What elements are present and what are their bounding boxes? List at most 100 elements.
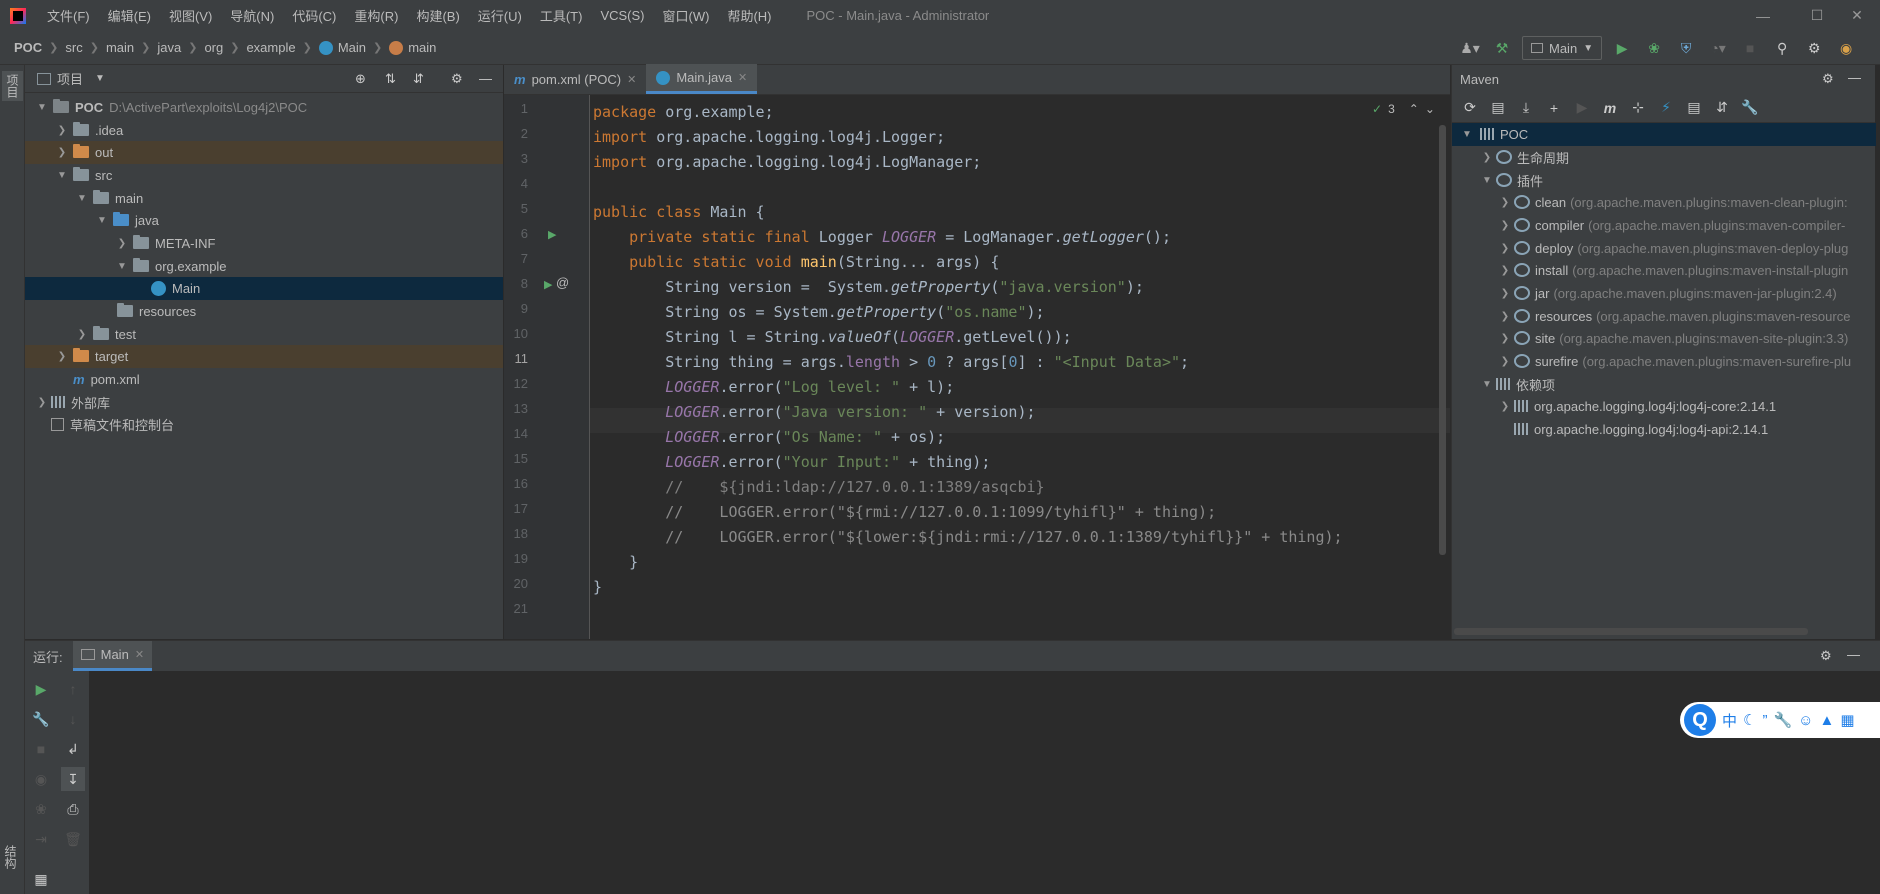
code-line-9[interactable]: String os = System.getProperty("os.name"… (593, 300, 1044, 325)
debug-icon[interactable]: ❀ (1642, 36, 1666, 60)
structure-tool-tab[interactable]: 结构 (2, 845, 19, 869)
code-line-15[interactable]: LOGGER.error("Your Input:" + thing); (593, 450, 990, 475)
reload-icon[interactable]: ⟳ (1458, 96, 1482, 120)
breadcrumb-class-main[interactable]: Main (318, 40, 366, 55)
menu-navigate[interactable]: 导航(N) (221, 6, 283, 25)
stop-icon[interactable]: ■ (29, 737, 53, 761)
maven-plugin-resources[interactable]: ❯ resources (org.apache.maven.plugins:ma… (1452, 305, 1876, 328)
debug-bug-icon[interactable]: ❀ (29, 797, 53, 821)
maven-settings-wrench-icon[interactable]: 🔧 (1738, 96, 1762, 120)
code-line-18[interactable]: // LOGGER.error("${lower:${jndi:rmi://12… (593, 525, 1342, 550)
minimize-icon[interactable]: — (1740, 0, 1786, 31)
chevron-down-icon[interactable]: ⌄ (1425, 102, 1435, 116)
run-gutter-icon[interactable]: ▶ (544, 278, 552, 291)
project-tool-tab[interactable]: 项目 (2, 71, 23, 101)
run-tab-main[interactable]: Main ✕ (72, 641, 153, 671)
tab-pom-xml[interactable]: m pom.xml (POC) ✕ (504, 64, 646, 94)
tree-item-java[interactable]: ▼ java (25, 209, 503, 232)
coverage-icon[interactable]: ⛨ (1674, 36, 1698, 60)
settings-gear-icon[interactable]: ⚙ (1822, 71, 1834, 87)
breadcrumb-method-main[interactable]: main (389, 40, 436, 55)
code-line-12[interactable]: LOGGER.error("Log level: " + l); (593, 375, 954, 400)
breadcrumb-java[interactable]: java (157, 40, 181, 55)
execute-goal-icon[interactable]: m (1598, 96, 1622, 120)
maven-plugin-install[interactable]: ❯ install (org.apache.maven.plugins:mave… (1452, 259, 1876, 282)
close-icon[interactable]: ✕ (627, 73, 636, 86)
tree-item-scratches[interactable]: 草稿文件和控制台 (25, 413, 503, 436)
chevron-up-icon[interactable]: ⌃ (1409, 102, 1419, 116)
maven-item-poc[interactable]: ▼ POC (1452, 123, 1876, 146)
breadcrumb-example[interactable]: example (246, 40, 295, 55)
menu-edit[interactable]: 编辑(E) (99, 6, 160, 25)
camera-icon[interactable]: ◉ (29, 767, 53, 791)
tree-item-poc[interactable]: ▼ POC D:\ActivePart\exploits\Log4j2\POC (25, 96, 503, 119)
tree-item-pom-xml[interactable]: m pom.xml (25, 368, 503, 391)
settings-gear-icon[interactable]: ⚙ (1802, 36, 1826, 60)
maven-plugin-jar[interactable]: ❯ jar (org.apache.maven.plugins:maven-ja… (1452, 282, 1876, 305)
skin-icon[interactable]: ▲ (1819, 712, 1834, 729)
breadcrumb-main[interactable]: main (106, 40, 134, 55)
menu-build[interactable]: 构建(B) (407, 6, 468, 25)
rerun-icon[interactable]: ▶ (29, 677, 53, 701)
exit-icon[interactable]: ⇥ (29, 827, 53, 851)
hide-icon[interactable]: — (1848, 70, 1861, 85)
ime-logo-icon[interactable]: Q (1684, 704, 1716, 736)
expand-all-icon[interactable]: ⇅ (385, 71, 396, 87)
close-icon[interactable]: ✕ (1834, 0, 1880, 31)
intellij-logo-icon[interactable] (10, 7, 26, 24)
add-icon[interactable]: + (1542, 96, 1566, 120)
code-line-17[interactable]: // LOGGER.error("${rmi://127.0.0.1:1099/… (593, 500, 1216, 525)
menu-file[interactable]: 文件(F) (38, 6, 99, 25)
code-line-1[interactable]: package org.example; (593, 100, 774, 125)
maven-horizontal-scrollbar[interactable] (1454, 628, 1808, 635)
run-icon[interactable]: ▶ (1610, 36, 1634, 60)
project-panel-title[interactable]: 项目 (57, 69, 83, 88)
run-configuration-select[interactable]: Main ▼ (1522, 36, 1603, 60)
maven-item-dependencies[interactable]: ▼ 依赖项 (1452, 373, 1876, 396)
grid-icon[interactable]: ▦ (1840, 711, 1854, 729)
collapse-all-icon[interactable]: ⇵ (1710, 96, 1734, 120)
wrench-icon[interactable]: 🔧 (1773, 711, 1792, 729)
toggle-offline-icon[interactable]: ⊹ (1626, 96, 1650, 120)
code-line-10[interactable]: String l = String.valueOf(LOGGER.getLeve… (593, 325, 1071, 350)
code-line-20[interactable]: } (593, 575, 602, 600)
user-icon[interactable]: ♟▾ (1458, 36, 1482, 60)
show-dependencies-icon[interactable]: ▤ (1682, 96, 1706, 120)
punctuation-icon[interactable]: ” (1762, 712, 1767, 729)
skip-tests-icon[interactable]: ⚡ (1654, 96, 1678, 120)
maven-plugin-clean[interactable]: ❯ clean (org.apache.maven.plugins:maven-… (1452, 191, 1876, 214)
menu-refactor[interactable]: 重构(R) (345, 6, 407, 25)
menu-tools[interactable]: 工具(T) (531, 6, 592, 25)
inspection-widget[interactable]: ✓ 3 ⌃ ⌄ (1372, 102, 1435, 116)
scroll-to-end-icon[interactable]: ↧ (61, 767, 85, 791)
ime-language-toggle[interactable]: 中 (1722, 710, 1737, 731)
tree-item-main[interactable]: ▼ main (25, 187, 503, 210)
tree-item-out[interactable]: ❯ out (25, 141, 503, 164)
tree-item-meta-inf[interactable]: ❯ META-INF (25, 232, 503, 255)
smile-icon[interactable]: ☺ (1798, 712, 1813, 729)
maven-plugin-deploy[interactable]: ❯ deploy (org.apache.maven.plugins:maven… (1452, 237, 1876, 260)
close-icon[interactable]: ✕ (738, 71, 747, 84)
soft-wrap-icon[interactable]: ↲ (61, 737, 85, 761)
run-icon[interactable]: ▶ (1570, 96, 1594, 120)
code-line-11[interactable]: String thing = args.length > 0 ? args[0]… (593, 350, 1189, 375)
editor-scrollbar[interactable] (1439, 125, 1446, 555)
generate-sources-icon[interactable]: ▤ (1486, 96, 1510, 120)
code-line-2[interactable]: import org.apache.logging.log4j.Logger; (593, 125, 945, 150)
tree-item-external-libraries[interactable]: ❯ 外部库 (25, 391, 503, 414)
tree-item-test[interactable]: ❯ test (25, 323, 503, 346)
maven-dependency-log4j-api[interactable]: org.apache.logging.log4j:log4j-api:2.14.… (1452, 418, 1876, 441)
menu-help[interactable]: 帮助(H) (718, 6, 780, 25)
stop-icon[interactable]: ■ (1738, 36, 1762, 60)
arrow-up-icon[interactable]: ↑ (61, 677, 85, 701)
maven-plugin-compiler[interactable]: ❯ compiler (org.apache.maven.plugins:mav… (1452, 214, 1876, 237)
maven-item-plugins[interactable]: ▼ 插件 (1452, 169, 1876, 192)
settings-gear-icon[interactable]: ⚙ (1820, 648, 1832, 664)
code-line-3[interactable]: import org.apache.logging.log4j.LogManag… (593, 150, 981, 175)
maven-item-lifecycle[interactable]: ❯ 生命周期 (1452, 146, 1876, 169)
hide-icon[interactable]: — (1847, 647, 1860, 662)
breadcrumb-src[interactable]: src (65, 40, 82, 55)
code-line-6[interactable]: private static final Logger LOGGER = Log… (593, 225, 1171, 250)
run-gutter-icon[interactable]: ▶ (548, 228, 556, 241)
menu-run[interactable]: 运行(U) (469, 6, 531, 25)
